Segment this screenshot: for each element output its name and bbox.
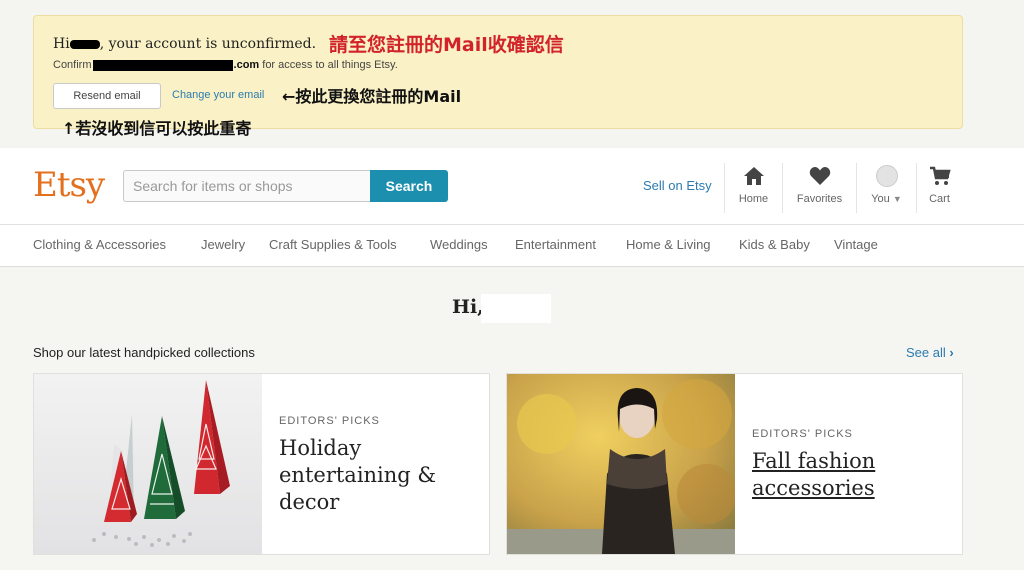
card-title-fall-fashion[interactable]: Fall fashion accessories xyxy=(752,448,875,502)
resend-email-button[interactable]: Resend email xyxy=(53,83,161,109)
nav-home[interactable]: Home xyxy=(724,163,782,213)
home-icon xyxy=(743,163,765,189)
redacted-name xyxy=(481,294,551,323)
category-home-living[interactable]: Home & Living xyxy=(626,237,711,252)
nav-you-label: You ▼ xyxy=(871,193,902,205)
heart-icon xyxy=(809,163,831,189)
category-kids-baby[interactable]: Kids & Baby xyxy=(739,237,810,252)
annotation-change-email: ←按此更換您註冊的Mail xyxy=(282,87,462,106)
nav-favorites-label: Favorites xyxy=(796,193,843,205)
card-kicker: EDITORS' PICKS xyxy=(752,428,853,440)
chevron-right-icon: › xyxy=(949,345,954,360)
site-header: Etsy Search for items or shops Search Se… xyxy=(0,148,1024,225)
confirm-prefix: Confirm xyxy=(53,59,92,71)
notice-confirm-line: Confirm .com for access to all things Ets… xyxy=(53,59,398,71)
holiday-decor-image xyxy=(34,374,262,554)
category-vintage[interactable]: Vintage xyxy=(834,237,878,252)
notice-message: Hi , your account is unconfirmed. xyxy=(53,36,316,52)
category-weddings[interactable]: Weddings xyxy=(430,237,488,252)
confirm-domain: .com xyxy=(233,59,260,71)
collection-card-fall-fashion[interactable]: EDITORS' PICKS Fall fashion accessories xyxy=(506,373,963,555)
nav-cart-label: Cart xyxy=(929,193,950,205)
card-title-holiday[interactable]: Holiday entertaining & decor xyxy=(279,435,436,516)
chevron-down-icon: ▼ xyxy=(892,194,902,204)
cart-icon xyxy=(929,163,951,189)
notice-unconfirmed-text: , your account is unconfirmed. xyxy=(99,36,317,52)
annotation-confirm-mail: 請至您註冊的Mail收確認信 xyxy=(329,34,564,56)
card-kicker: EDITORS' PICKS xyxy=(279,415,380,427)
redacted-username xyxy=(69,39,100,49)
avatar-wrap xyxy=(875,163,898,189)
see-all-text: See all xyxy=(906,345,946,360)
nav-favorites[interactable]: Favorites xyxy=(782,163,856,213)
search-button[interactable]: Search xyxy=(370,170,448,202)
category-entertainment[interactable]: Entertainment xyxy=(515,237,596,252)
category-nav: Clothing & Accessories Jewelry Craft Sup… xyxy=(0,225,1024,267)
collection-card-holiday[interactable]: EDITORS' PICKS Holiday entertaining & de… xyxy=(33,373,490,555)
redacted-email xyxy=(92,59,233,71)
see-all-link[interactable]: See all › xyxy=(906,345,954,360)
annotation-resend: ↑若沒收到信可以按此重寄 xyxy=(62,119,252,138)
greeting: Hi, xyxy=(452,296,484,318)
card-title-line: accessories xyxy=(752,476,875,500)
you-text: You xyxy=(871,193,890,205)
fall-fashion-image xyxy=(507,374,735,554)
nav-cart[interactable]: Cart xyxy=(916,163,962,213)
notice-hi: Hi xyxy=(53,36,70,52)
card-title-line: Fall fashion xyxy=(752,449,876,473)
etsy-logo[interactable]: Etsy xyxy=(33,165,105,205)
nav-home-label: Home xyxy=(738,193,769,205)
category-craft-supplies[interactable]: Craft Supplies & Tools xyxy=(269,237,397,252)
change-email-link[interactable]: Change your email xyxy=(172,89,264,101)
confirm-suffix: for access to all things Etsy. xyxy=(259,59,398,71)
avatar xyxy=(875,165,898,187)
collections-heading: Shop our latest handpicked collections xyxy=(33,345,255,360)
unconfirmed-account-notice: Hi , your account is unconfirmed. 請至您註冊的M… xyxy=(33,15,963,138)
nav-you[interactable]: You ▼ xyxy=(856,163,916,213)
category-clothing[interactable]: Clothing & Accessories xyxy=(33,237,166,252)
category-jewelry[interactable]: Jewelry xyxy=(201,237,245,252)
card-title-line: entertaining & xyxy=(279,463,437,487)
sell-on-etsy-link[interactable]: Sell on Etsy xyxy=(643,178,712,193)
card-title-line: decor xyxy=(279,490,340,514)
card-title-line: Holiday xyxy=(279,436,362,460)
search-input[interactable]: Search for items or shops xyxy=(123,170,371,202)
